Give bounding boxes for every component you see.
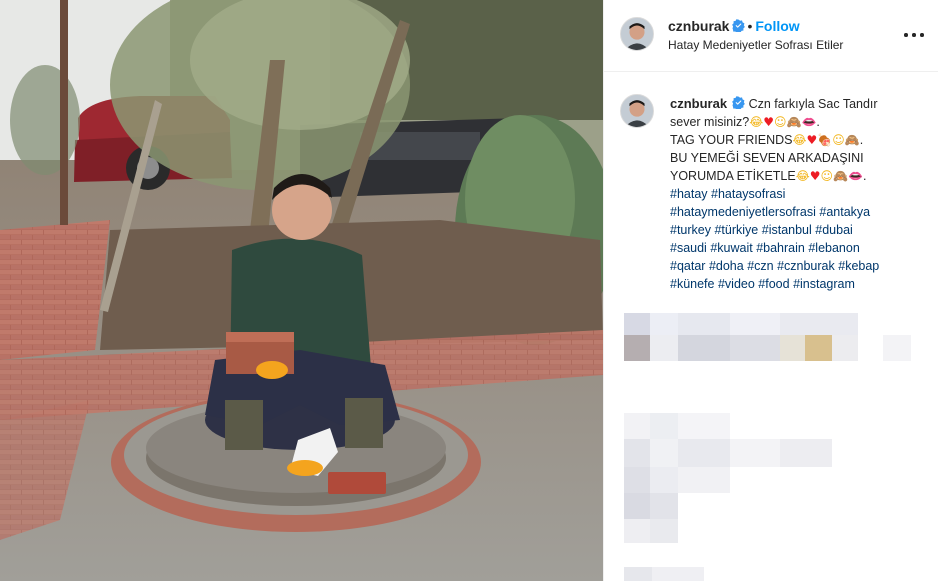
yum-emoji-icon: ☺	[773, 115, 787, 129]
verified-badge-icon	[732, 19, 746, 32]
hashtag-link[interactable]: #istanbul	[762, 223, 812, 237]
caption-text-line2: sever misiniz?	[670, 115, 750, 129]
hashtag-link[interactable]: #instagram	[793, 277, 855, 291]
caption-text-line1: Czn farkıyla Sac Tandır	[748, 97, 878, 111]
heart-emoji-icon: ♥	[806, 133, 818, 147]
hashtag-link[interactable]: #turkey	[670, 223, 711, 237]
lips-emoji-icon: 👄	[848, 169, 863, 183]
meat-emoji-icon: 🍖	[817, 133, 833, 147]
post-location[interactable]: Hatay Medeniyetler Sofrası Etiler	[668, 38, 843, 52]
yum-emoji-icon: ☺	[820, 169, 834, 183]
author-username[interactable]: cznburak	[668, 18, 729, 34]
author-avatar[interactable]	[620, 17, 654, 51]
hashtag-link[interactable]: #hataysofrasi	[711, 187, 785, 201]
heart-emoji-icon: ♥	[763, 115, 774, 129]
monkey-emoji-icon: 🙈	[786, 115, 802, 129]
more-options-icon[interactable]	[903, 24, 925, 46]
post-caption: cznburak Czn farkıyla Sac Tandır sever m…	[670, 95, 932, 293]
hashtag-link[interactable]: #qatar	[670, 259, 705, 273]
separator-dot: •	[747, 18, 753, 34]
post-header: cznburak • Follow Hatay Medeniyetler Sofra…	[604, 0, 938, 72]
hashtag-link[interactable]: #lebanon	[808, 241, 859, 255]
hashtag-link[interactable]: #türkiye	[714, 223, 758, 237]
caption-text-line3: TAG YOUR FRIENDS	[670, 133, 793, 147]
laughing-emoji-icon: 😂	[792, 133, 807, 147]
post-photo	[0, 0, 603, 581]
yum-emoji-icon: ☺	[832, 133, 845, 147]
caption-author-avatar[interactable]	[620, 94, 654, 128]
monkey-emoji-icon: 🙈	[844, 133, 860, 147]
lips-emoji-icon: 👄	[801, 115, 817, 129]
hashtag-link[interactable]: #czn	[747, 259, 773, 273]
hashtag-link[interactable]: #hatay	[670, 187, 708, 201]
hashtag-link[interactable]: #cznburak	[777, 259, 835, 273]
hashtag-link[interactable]: #bahrain	[756, 241, 805, 255]
hashtag-link[interactable]: #künefe	[670, 277, 714, 291]
hashtag-link[interactable]: #antakya	[819, 205, 870, 219]
hashtag-link[interactable]: #hataymedeniyetlersofrasi	[670, 205, 816, 219]
caption-text-line4: BU YEMEĞİ SEVEN ARKADAŞINI	[670, 151, 864, 165]
caption-username[interactable]: cznburak	[670, 96, 727, 111]
heart-emoji-icon: ♥	[809, 169, 821, 183]
hashtag-link[interactable]: #doha	[709, 259, 744, 273]
post-media[interactable]	[0, 0, 603, 581]
caption-verified-badge-icon	[732, 96, 745, 109]
hashtag-link[interactable]: #kuwait	[710, 241, 752, 255]
caption-text-line5: YORUMDA ETİKETLE	[670, 169, 796, 183]
pixelated-comments-area	[618, 305, 938, 581]
hashtag-link[interactable]: #dubai	[815, 223, 853, 237]
laughing-emoji-icon: 😂	[795, 169, 810, 183]
laughing-emoji-icon: 😂	[749, 115, 764, 129]
hashtag-link[interactable]: #saudi	[670, 241, 707, 255]
hashtag-link[interactable]: #food	[758, 277, 789, 291]
hashtag-link[interactable]: #video	[718, 277, 755, 291]
hashtag-link[interactable]: #kebap	[838, 259, 879, 273]
monkey-emoji-icon: 🙈	[833, 169, 848, 183]
follow-button[interactable]: Follow	[755, 18, 799, 34]
